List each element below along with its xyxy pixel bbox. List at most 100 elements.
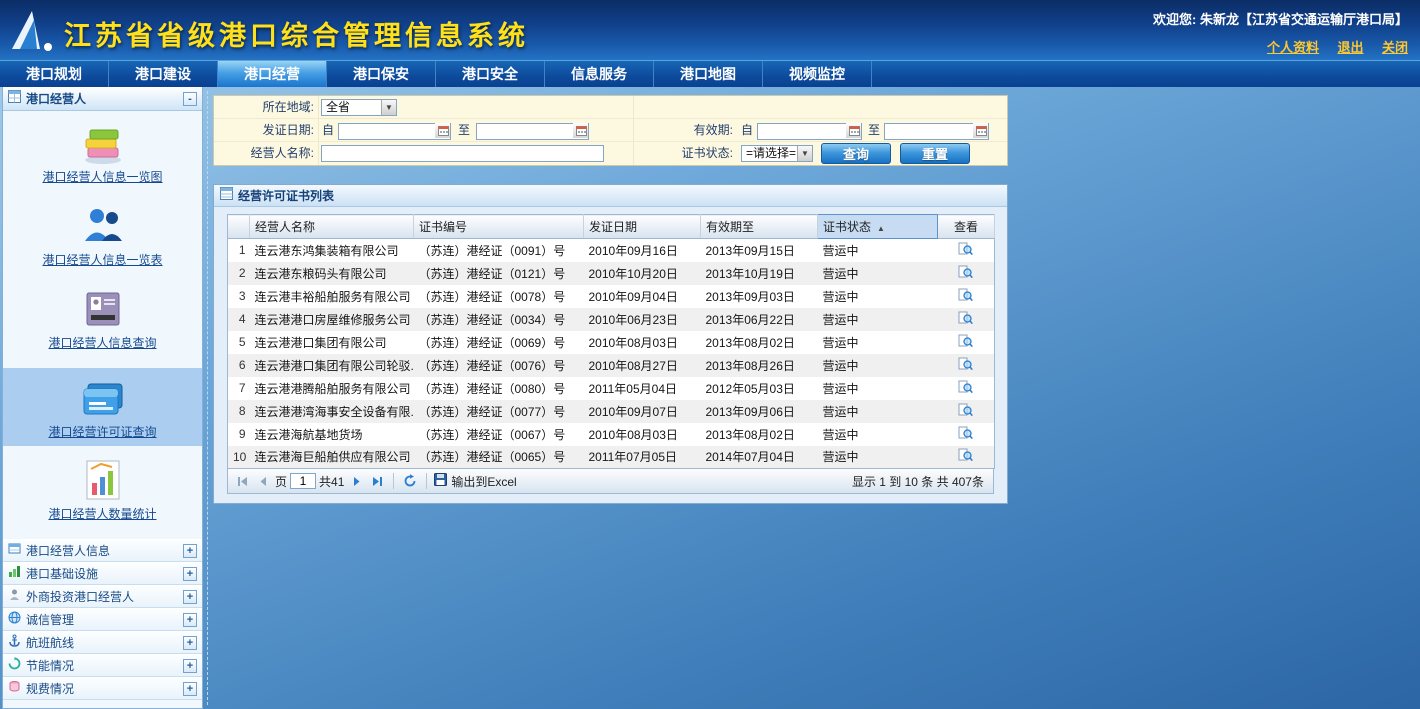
tab-port-safety[interactable]: 港口安全	[436, 61, 545, 87]
table-row[interactable]: 3 连云港丰裕船舶服务有限公司 （苏连）港经证（0078）号 2010年09月0…	[228, 285, 995, 308]
main-nav: 港口规划 港口建设 港口经营 港口保安 港口安全 信息服务 港口地图 视频监控	[0, 60, 1420, 87]
cell-status: 营运中	[818, 446, 938, 469]
table-row[interactable]: 9 连云港海航基地货场 （苏连）港经证（0067）号 2010年08月03日 2…	[228, 423, 995, 446]
sidebar-item-label: 港口经营许可证查询	[48, 423, 156, 440]
table-row[interactable]: 10 连云港海巨船舶供应有限公司 （苏连）港经证（0065）号 2011年07月…	[228, 446, 995, 469]
sidebar-group-operator-info[interactable]: 港口经营人信息 +	[3, 539, 202, 562]
profile-link[interactable]: 个人资料	[1267, 40, 1319, 55]
cell-status: 营运中	[818, 331, 938, 354]
panel-icon	[8, 90, 21, 108]
refresh-icon[interactable]	[401, 472, 419, 490]
sidebar: 港口经营人 - 港口经营人信息一览图	[2, 87, 203, 709]
table-row[interactable]: 4 连云港港口房屋维修服务公司 （苏连）港经证（0034）号 2010年06月2…	[228, 308, 995, 331]
cell-valid-to: 2013年09月15日	[701, 239, 818, 262]
cert-status-select[interactable]: =请选择= ▼	[741, 145, 813, 162]
tab-info-service[interactable]: 信息服务	[545, 61, 654, 87]
chevron-down-icon: ▼	[381, 100, 396, 115]
close-link[interactable]: 关闭	[1382, 40, 1408, 55]
logout-link[interactable]: 退出	[1338, 40, 1364, 55]
tab-port-map[interactable]: 港口地图	[654, 61, 763, 87]
table-row[interactable]: 1 连云港东鸿集装箱有限公司 （苏连）港经证（0091）号 2010年09月16…	[228, 239, 995, 262]
header-links: 个人资料 退出 关闭	[1153, 37, 1408, 57]
cell-valid-to: 2013年09月03日	[701, 285, 818, 308]
next-page-icon[interactable]	[347, 472, 365, 490]
view-magnifier-icon[interactable]	[958, 357, 973, 371]
cell-operator-name: 连云港东鸿集装箱有限公司	[250, 239, 414, 262]
cell-issue-date: 2011年05月04日	[584, 377, 701, 400]
expand-group-button[interactable]: +	[183, 682, 197, 696]
sidebar-group-foreign-investment[interactable]: 外商投资港口经营人 +	[3, 585, 202, 608]
sidebar-group-energy[interactable]: 节能情况 +	[3, 654, 202, 677]
sidebar-item-operator-statistics[interactable]: 港口经营人数量统计	[3, 456, 202, 523]
table-row[interactable]: 6 连云港港口集团有限公司轮驳... （苏连）港经证（0076）号 2010年0…	[228, 354, 995, 377]
sort-asc-icon: ▲	[877, 224, 885, 233]
expand-group-button[interactable]: +	[183, 567, 197, 581]
page-label: 页	[275, 473, 287, 490]
list-icon	[220, 187, 233, 205]
tab-port-planning[interactable]: 港口规划	[0, 61, 109, 87]
col-header-operator-name[interactable]: 经营人名称	[250, 215, 414, 239]
tab-port-security[interactable]: 港口保安	[327, 61, 436, 87]
expand-group-button[interactable]: +	[183, 590, 197, 604]
expand-group-button[interactable]: +	[183, 659, 197, 673]
sidebar-item-operator-info-query[interactable]: 港口经营人信息查询	[3, 285, 202, 352]
table-row[interactable]: 2 连云港东粮码头有限公司 （苏连）港经证（0121）号 2010年10月20日…	[228, 262, 995, 285]
reset-button[interactable]: 重置	[900, 143, 970, 164]
page-number-input[interactable]	[290, 473, 316, 489]
cell-cert-no: （苏连）港经证（0069）号	[414, 331, 584, 354]
expand-group-button[interactable]: +	[183, 613, 197, 627]
prev-page-icon[interactable]	[254, 472, 272, 490]
col-header-issue-date[interactable]: 发证日期	[584, 215, 701, 239]
calendar-icon[interactable]	[573, 123, 588, 138]
col-header-status[interactable]: 证书状态▲	[818, 215, 938, 239]
sidebar-group-infrastructure[interactable]: 港口基础设施 +	[3, 562, 202, 585]
view-magnifier-icon[interactable]	[958, 242, 973, 256]
calendar-icon[interactable]	[435, 123, 450, 138]
first-page-icon[interactable]	[233, 472, 251, 490]
operator-name-input[interactable]	[321, 145, 604, 162]
expand-group-button[interactable]: +	[183, 544, 197, 558]
cell-cert-no: （苏连）港经证（0076）号	[414, 354, 584, 377]
col-header-rownum	[228, 215, 250, 239]
table-row[interactable]: 8 连云港港湾海事安全设备有限... （苏连）港经证（0077）号 2010年0…	[228, 400, 995, 423]
cell-status: 营运中	[818, 262, 938, 285]
cell-issue-date: 2010年10月20日	[584, 262, 701, 285]
sidebar-group-integrity[interactable]: 诚信管理 +	[3, 608, 202, 631]
view-magnifier-icon[interactable]	[958, 426, 973, 440]
view-magnifier-icon[interactable]	[958, 265, 973, 279]
query-button[interactable]: 查询	[821, 143, 891, 164]
collapse-panel-button[interactable]: -	[183, 92, 197, 106]
table-row[interactable]: 7 连云港港腾船舶服务有限公司 （苏连）港经证（0080）号 2011年05月0…	[228, 377, 995, 400]
calendar-icon[interactable]	[846, 123, 861, 138]
sidebar-splitter[interactable]	[203, 87, 213, 709]
tab-port-operation[interactable]: 港口经营	[218, 61, 327, 87]
cell-issue-date: 2011年07月05日	[584, 446, 701, 469]
sidebar-item-license-query[interactable]: 港口经营许可证查询	[3, 368, 202, 446]
view-magnifier-icon[interactable]	[958, 403, 973, 417]
col-header-cert-no[interactable]: 证书编号	[414, 215, 584, 239]
expand-group-button[interactable]: +	[183, 636, 197, 650]
cell-operator-name: 连云港海巨船舶供应有限公司	[250, 446, 414, 469]
view-magnifier-icon[interactable]	[958, 311, 973, 325]
sidebar-group-routes[interactable]: 航班航线 +	[3, 631, 202, 654]
col-header-valid-to[interactable]: 有效期至	[701, 215, 818, 239]
view-magnifier-icon[interactable]	[958, 448, 973, 462]
view-magnifier-icon[interactable]	[958, 288, 973, 302]
view-magnifier-icon[interactable]	[958, 380, 973, 394]
region-select[interactable]: 全省 ▼	[321, 99, 397, 116]
sidebar-item-label: 港口经营人信息一览表	[42, 251, 162, 268]
sidebar-group-fees[interactable]: 规费情况 +	[3, 677, 202, 700]
tab-port-construction[interactable]: 港口建设	[109, 61, 218, 87]
view-magnifier-icon[interactable]	[958, 334, 973, 348]
cell-status: 营运中	[818, 400, 938, 423]
table-row[interactable]: 5 连云港港口集团有限公司 （苏连）港经证（0069）号 2010年08月03日…	[228, 331, 995, 354]
calendar-icon[interactable]	[973, 123, 988, 138]
cell-cert-no: （苏连）港经证（0065）号	[414, 446, 584, 469]
export-excel-button[interactable]: 输出到Excel	[434, 473, 516, 490]
tab-video-monitor[interactable]: 视频监控	[763, 61, 872, 87]
last-page-icon[interactable]	[368, 472, 386, 490]
sidebar-item-operator-overview-chart[interactable]: 港口经营人信息一览图	[3, 119, 202, 186]
col-header-view: 查看	[938, 215, 995, 239]
cell-cert-no: （苏连）港经证（0034）号	[414, 308, 584, 331]
sidebar-item-operator-overview-table[interactable]: 港口经营人信息一览表	[3, 202, 202, 269]
